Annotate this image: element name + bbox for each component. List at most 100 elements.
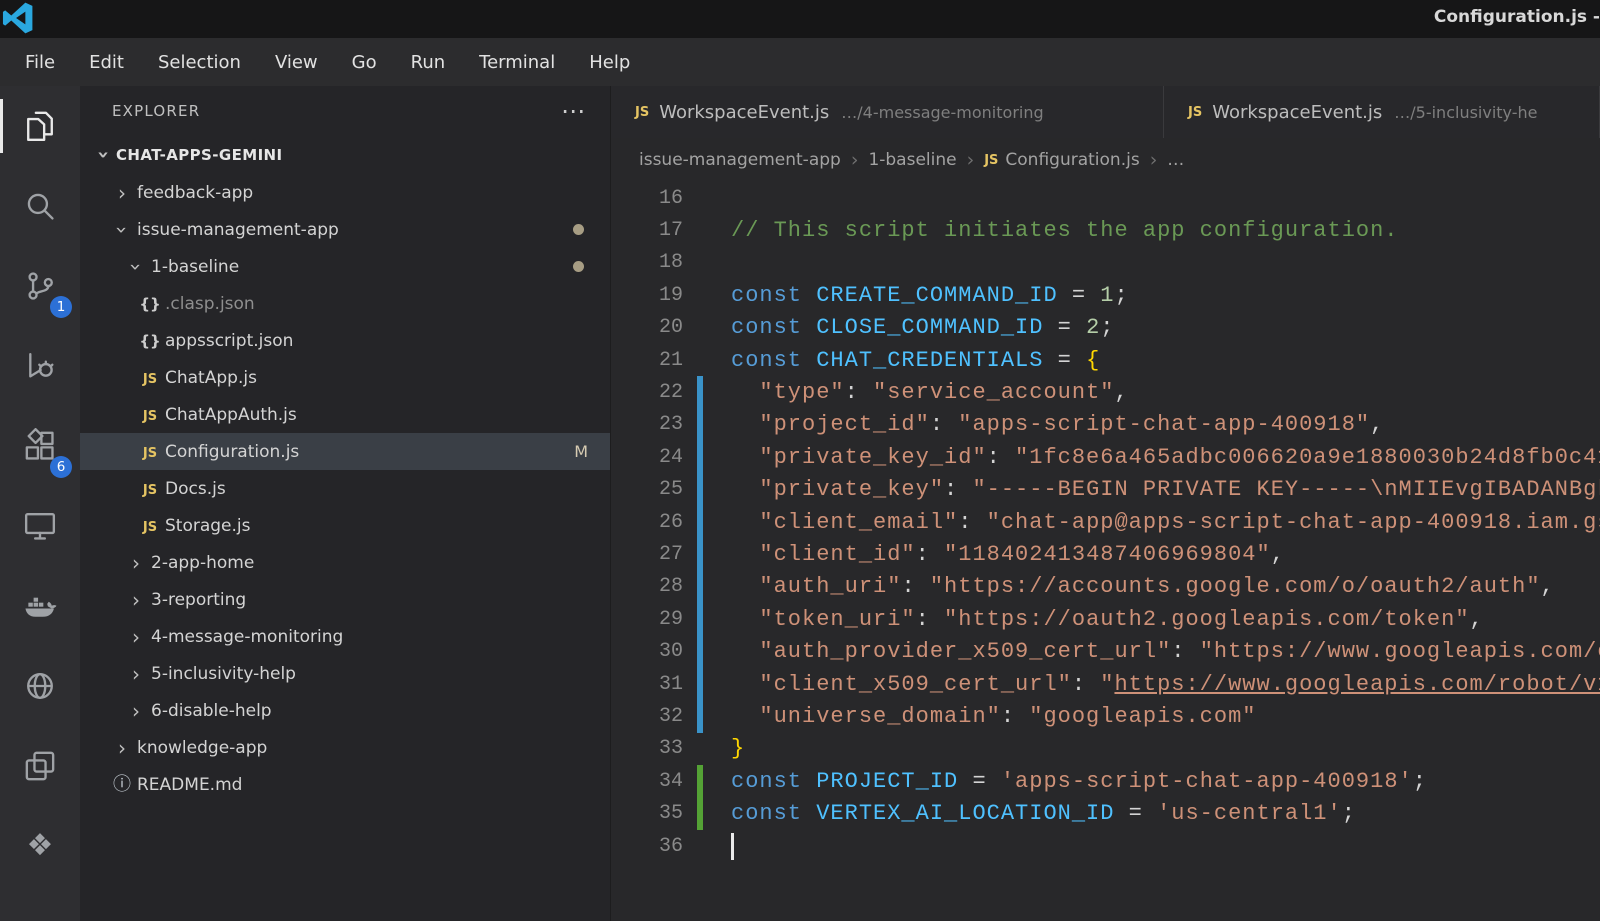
remote-explorer-icon bbox=[22, 508, 58, 544]
tree-item-6-disable-help[interactable]: ›6-disable-help bbox=[80, 692, 610, 729]
tree-item-4-message-monitoring[interactable]: ›4-message-monitoring bbox=[80, 618, 610, 655]
breadcrumb-separator-icon: › bbox=[851, 149, 859, 171]
vscode-workbench: { "window": { "title": "Configuration.js… bbox=[0, 0, 1600, 921]
breadcrumb-item-1-baseline[interactable]: 1-baseline bbox=[868, 150, 956, 170]
tree-item-readme-md[interactable]: ⓘREADME.md bbox=[80, 766, 610, 803]
code-text: "universe_domain": "googleapis.com" bbox=[731, 704, 1256, 729]
gutter-spacer bbox=[697, 312, 703, 344]
menu-item-run[interactable]: Run bbox=[394, 52, 463, 73]
js-file-icon: JS bbox=[635, 105, 649, 120]
tree-item-docs-js[interactable]: JSDocs.js bbox=[80, 470, 610, 507]
more-actions-icon[interactable]: ⋯ bbox=[561, 106, 586, 116]
menu-item-edit[interactable]: Edit bbox=[72, 52, 141, 73]
editor-tab-1[interactable]: JS WorkspaceEvent.js …/4-message-monitorin… bbox=[611, 86, 1164, 138]
line-number: 19 bbox=[611, 284, 697, 307]
code-text: const PROJECT_ID = 'apps-script-chat-app… bbox=[731, 769, 1427, 794]
line-number: 31 bbox=[611, 673, 697, 696]
sidebar-header: EXPLORER ⋯ bbox=[80, 86, 610, 136]
activity-item-run-debug[interactable] bbox=[0, 326, 80, 406]
tree-item-1-baseline[interactable]: ›1-baseline bbox=[80, 248, 610, 285]
git-modified-dot-icon bbox=[573, 224, 584, 235]
code-line: 34const PROJECT_ID = 'apps-script-chat-a… bbox=[611, 765, 1600, 797]
search-icon bbox=[22, 188, 58, 224]
folder-label: 4-message-monitoring bbox=[151, 627, 343, 647]
tree-item-chatapp-js[interactable]: JSChatApp.js bbox=[80, 359, 610, 396]
menu-item-selection[interactable]: Selection bbox=[141, 52, 258, 73]
vscode-logo-icon bbox=[2, 2, 34, 34]
activity-item-windows[interactable] bbox=[0, 726, 80, 806]
code-text: "client_id": "118402413487406969804", bbox=[731, 542, 1285, 567]
menu-item-file[interactable]: File bbox=[8, 52, 72, 73]
gutter-modified-indicator bbox=[697, 538, 703, 570]
code-line: 33} bbox=[611, 733, 1600, 765]
line-number: 16 bbox=[611, 187, 697, 210]
code-line: 24 "private_key_id": "1fc8e6a465adbc0066… bbox=[611, 441, 1600, 473]
chevron-right-icon: › bbox=[124, 553, 148, 573]
activity-item-extensions[interactable]: 6 bbox=[0, 406, 80, 486]
code-text: "private_key": "-----BEGIN PRIVATE KEY--… bbox=[731, 477, 1600, 502]
file-label: ChatAppAuth.js bbox=[165, 405, 297, 425]
menu-item-view[interactable]: View bbox=[258, 52, 335, 73]
menu-bar: FileEditSelectionViewGoRunTerminalHelp bbox=[0, 38, 1600, 86]
line-number: 26 bbox=[611, 511, 697, 534]
tree-item-3-reporting[interactable]: ›3-reporting bbox=[80, 581, 610, 618]
chevron-right-icon: › bbox=[124, 627, 148, 647]
menu-item-go[interactable]: Go bbox=[335, 52, 394, 73]
gutter-modified-indicator bbox=[697, 668, 703, 700]
workspace-section-header[interactable]: › CHAT-APPS-GEMINI bbox=[80, 136, 610, 174]
sidebar-title: EXPLORER bbox=[112, 102, 200, 120]
tree-item-configuration-js[interactable]: JSConfiguration.jsM bbox=[80, 433, 610, 470]
code-text: const VERTEX_AI_LOCATION_ID = 'us-centra… bbox=[731, 801, 1356, 826]
activity-item-diamond-sparkle[interactable]: ❖ bbox=[0, 806, 80, 886]
js-file-icon: JS bbox=[1188, 105, 1202, 120]
tree-item-2-app-home[interactable]: ›2-app-home bbox=[80, 544, 610, 581]
activity-item-globe[interactable] bbox=[0, 646, 80, 726]
code-text: "auth_uri": "https://accounts.google.com… bbox=[731, 574, 1555, 599]
tree-item-feedback-app[interactable]: ›feedback-app bbox=[80, 174, 610, 211]
breadcrumb-label: issue-management-app bbox=[639, 150, 841, 170]
tab-bar: JS WorkspaceEvent.js …/4-message-monitorin… bbox=[611, 86, 1600, 138]
editor-tab-2[interactable]: JSWorkspaceEvent.js…/5-inclusivity-he bbox=[1164, 86, 1600, 138]
windows-icon bbox=[22, 748, 58, 784]
js-file-icon: JS bbox=[138, 405, 162, 425]
code-text bbox=[731, 833, 734, 860]
code-line: 18 bbox=[611, 247, 1600, 279]
git-modified-badge: M bbox=[574, 442, 588, 461]
code-line: 21const CHAT_CREDENTIALS = { bbox=[611, 344, 1600, 376]
line-number: 23 bbox=[611, 413, 697, 436]
file-tree: ›feedback-app›issue-management-app›1-bas… bbox=[80, 174, 610, 803]
line-number: 24 bbox=[611, 446, 697, 469]
code-editor[interactable]: 16 17// This script initiates the app con… bbox=[611, 182, 1600, 862]
activity-item-source-control[interactable]: 1 bbox=[0, 246, 80, 326]
tree-item-chatappauth-js[interactable]: JSChatAppAuth.js bbox=[80, 396, 610, 433]
folder-label: issue-management-app bbox=[137, 220, 339, 240]
tab-label: WorkspaceEvent.js bbox=[659, 102, 829, 123]
tab-description: …/4-message-monitoring bbox=[841, 103, 1043, 122]
menu-item-terminal[interactable]: Terminal bbox=[462, 52, 572, 73]
activity-item-remote-explorer[interactable] bbox=[0, 486, 80, 566]
breadcrumb-item--[interactable]: … bbox=[1167, 150, 1184, 170]
code-line: 23 "project_id": "apps-script-chat-app-4… bbox=[611, 409, 1600, 441]
gutter-spacer bbox=[697, 344, 703, 376]
tree-item-appsscript-json[interactable]: {}appsscript.json bbox=[80, 322, 610, 359]
file-label: appsscript.json bbox=[165, 331, 293, 351]
gutter-spacer bbox=[697, 214, 703, 246]
code-line: 17// This script initiates the app confi… bbox=[611, 214, 1600, 246]
chevron-right-icon: › bbox=[124, 701, 148, 721]
activity-item-explorer[interactable] bbox=[0, 86, 80, 166]
activity-item-docker[interactable] bbox=[0, 566, 80, 646]
tree-item-5-inclusivity-help[interactable]: ›5-inclusivity-help bbox=[80, 655, 610, 692]
code-line: 20const CLOSE_COMMAND_ID = 2; bbox=[611, 312, 1600, 344]
window-title: Configuration.js - bbox=[1434, 7, 1600, 27]
tree-item--clasp-json[interactable]: {}.clasp.json bbox=[80, 285, 610, 322]
activity-item-search[interactable] bbox=[0, 166, 80, 246]
gutter-modified-indicator bbox=[697, 571, 703, 603]
tree-item-issue-management-app[interactable]: ›issue-management-app bbox=[80, 211, 610, 248]
breadcrumb-label: Configuration.js bbox=[1005, 150, 1139, 170]
breadcrumb-item-configuration-js[interactable]: JSConfiguration.js bbox=[984, 150, 1139, 170]
tree-item-knowledge-app[interactable]: ›knowledge-app bbox=[80, 729, 610, 766]
code-line: 27 "client_id": "118402413487406969804", bbox=[611, 538, 1600, 570]
tree-item-storage-js[interactable]: JSStorage.js bbox=[80, 507, 610, 544]
breadcrumb-item-issue-management-app[interactable]: issue-management-app bbox=[639, 150, 841, 170]
menu-item-help[interactable]: Help bbox=[572, 52, 647, 73]
